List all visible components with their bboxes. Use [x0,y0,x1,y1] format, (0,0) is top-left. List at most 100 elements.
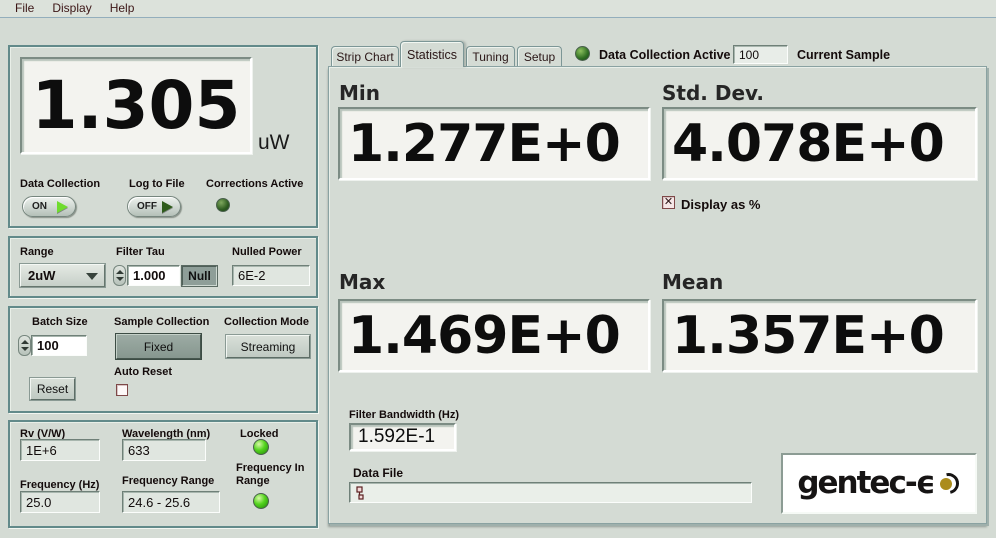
null-button-label: Null [188,269,211,283]
power-value-display: 1.305 [20,57,252,154]
gentec-logo: gentec- ϵ [781,453,977,514]
frequency-value: 25.0 [26,495,51,510]
display-as-pct-label: Display as % [681,197,761,212]
mean-label: Mean [662,270,723,294]
power-value: 1.305 [32,67,241,144]
tab-label: Statistics [407,48,457,62]
spin-down-icon [21,347,29,351]
spin-up-icon [21,340,29,344]
auto-reset-checkbox[interactable]: ✕ [116,384,128,396]
frequency-label: Frequency (Hz) [20,479,99,491]
data-collection-toggle[interactable]: ON [22,196,76,217]
tab-statistics[interactable]: Statistics [400,41,464,67]
max-display: 1.469E+0 [338,299,650,372]
power-display-panel: 1.305 uW Data Collection Log to File Cor… [8,45,318,228]
batch-panel: Batch Size Sample Collection Collection … [8,306,318,413]
nulled-power-label: Nulled Power [232,246,302,258]
logo-epsilon: ϵ [916,468,936,499]
tab-setup[interactable]: Setup [517,46,562,67]
auto-reset-label: Auto Reset [114,366,172,378]
sample-collection-label: Sample Collection [114,316,209,328]
filter-tau-label: Filter Tau [116,246,165,258]
menu-help[interactable]: Help [101,0,144,17]
menu-bar: File Display Help [0,0,996,18]
range-label: Range [20,246,54,258]
filter-bandwidth-label: Filter Bandwidth (Hz) [349,409,459,421]
nulled-power-display: 6E-2 [232,265,310,286]
frequency-in-range-led-icon [253,493,269,509]
tab-label: Setup [524,50,555,64]
empty-path-icon [356,486,366,500]
max-label: Max [339,270,385,294]
reset-button[interactable]: Reset [30,378,75,400]
corrections-active-label: Corrections Active [206,178,303,190]
chevron-down-icon [86,273,98,280]
data-collection-active-led-icon [575,46,590,61]
corrections-active-led-icon [216,198,230,212]
logo-dot-icon [937,472,961,496]
current-sample-value: 100 [739,48,759,62]
display-as-pct-checkbox[interactable]: ✕ [662,196,675,209]
checkbox-x-icon: ✕ [663,197,674,208]
logo-text: gentec- [797,468,915,499]
log-to-file-state: OFF [137,201,157,212]
batch-size-value: 100 [37,338,59,353]
range-dropdown[interactable]: 2uW [20,264,105,287]
data-file-input[interactable] [349,482,752,503]
sample-collection-value: Fixed [144,340,173,354]
frequency-range-label: Frequency Range [122,475,214,487]
collection-mode-button[interactable]: Streaming [226,335,310,358]
std-dev-value: 4.078E+0 [672,114,944,174]
sample-collection-button[interactable]: Fixed [116,334,201,359]
filter-bandwidth-display: 1.592E-1 [349,423,456,451]
min-display: 1.277E+0 [338,107,650,180]
batch-size-label: Batch Size [32,316,88,328]
menu-file[interactable]: File [6,0,43,17]
data-collection-active-label: Data Collection Active [599,48,731,62]
batch-size-input[interactable]: 100 [31,335,87,356]
frequency-range-value: 24.6 - 25.6 [128,495,190,510]
toggle-arrow-icon [162,201,173,213]
wavelength-display: 633 [122,439,206,461]
spin-up-icon [116,270,124,274]
menu-display[interactable]: Display [43,0,100,17]
collection-mode-label: Collection Mode [224,316,309,328]
log-to-file-label: Log to File [129,178,185,190]
data-collection-state: ON [32,201,47,212]
sensor-panel: Rv (V/W) Wavelength (nm) Locked 1E+6 633… [8,420,318,528]
spin-down-icon [116,277,124,281]
wavelength-value: 633 [128,443,150,458]
rv-display: 1E+6 [20,439,100,461]
current-sample-display: 100 [733,45,788,64]
current-sample-label: Current Sample [797,48,890,62]
null-button[interactable]: Null [182,266,217,286]
filter-bandwidth-value: 1.592E-1 [358,426,435,448]
filter-tau-stepper[interactable] [113,265,126,286]
log-to-file-toggle[interactable]: OFF [127,196,181,217]
filter-tau-value: 1.000 [133,268,166,283]
data-collection-label: Data Collection [20,178,100,190]
frequency-range-display: 24.6 - 25.6 [122,491,220,513]
range-panel: Range Filter Tau Nulled Power 2uW 1.000 … [8,236,318,298]
batch-size-stepper[interactable] [18,335,31,356]
tab-label: Strip Chart [336,50,393,64]
tab-tuning[interactable]: Tuning [466,46,515,67]
rv-value: 1E+6 [26,443,57,458]
frequency-in-range-label: Frequency In Range [236,462,312,488]
filter-tau-input[interactable]: 1.000 [127,265,180,286]
collection-mode-value: Streaming [241,340,296,354]
nulled-power-value: 6E-2 [238,268,265,283]
mean-value: 1.357E+0 [672,306,944,366]
mean-display: 1.357E+0 [662,299,977,372]
reset-button-label: Reset [37,382,68,396]
max-value: 1.469E+0 [348,306,620,366]
app-window: File Display Help 1.305 uW Data Collecti… [0,0,996,538]
locked-led-icon [253,439,269,455]
std-dev-label: Std. Dev. [662,81,764,105]
std-dev-display: 4.078E+0 [662,107,977,180]
range-value: 2uW [28,268,55,283]
tab-strip-chart[interactable]: Strip Chart [331,46,399,67]
statistics-tab-body: Min 1.277E+0 Std. Dev. 4.078E+0 ✕ Displa… [328,66,987,524]
power-unit: uW [258,131,290,155]
frequency-display: 25.0 [20,491,100,513]
